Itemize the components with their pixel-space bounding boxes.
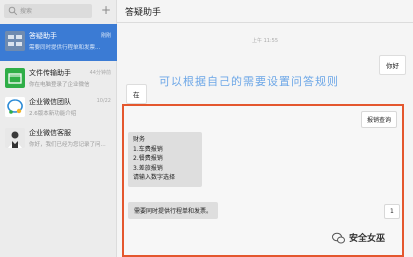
menu-line: 请输入数字选择	[133, 174, 176, 181]
search-row: 搜索 +	[4, 4, 112, 20]
conversation-name: 文件传输助手	[29, 69, 71, 77]
conversation-time: 10/22	[96, 98, 111, 104]
conversation-item-qa-assistant[interactable]: 答疑助手 刚刚 需要同时提供行程单和发票...	[0, 24, 117, 61]
avatar	[5, 97, 25, 117]
conversation-item-wework-support[interactable]: 企业微信客服 你好，我们已经为您记录了问...	[0, 121, 117, 158]
watermark-text: 安全女巫	[349, 234, 386, 244]
chat-header: 答疑助手	[117, 0, 413, 23]
menu-message: 财务 1.车费报销 2.餐费报销 3.差旅报销 请输入数字选择	[128, 132, 202, 187]
search-input[interactable]: 搜索	[4, 4, 92, 18]
avatar	[5, 128, 25, 148]
reply-message: 需要同时提供行程单和发票。	[128, 202, 219, 219]
menu-line: 财务	[133, 136, 146, 143]
message-outgoing: 1	[384, 204, 400, 219]
conversation-name: 企业微信客服	[29, 129, 71, 137]
conversation-name: 答疑助手	[29, 32, 57, 40]
menu-line: 3.差旅报销	[133, 164, 163, 172]
sidebar: 搜索 + 答疑助手 刚刚 需要同时提供行程单和发票... 文件传输助手 44分钟…	[0, 0, 117, 257]
search-icon	[8, 6, 18, 16]
wechat-logo-icon	[332, 232, 345, 244]
menu-line: 1.车费报销	[133, 145, 163, 153]
conversation-preview: 2.6版本新功能介绍	[29, 111, 77, 117]
message-incoming: 在	[126, 84, 147, 104]
avatar	[5, 31, 25, 51]
conversation-time: 刚刚	[100, 33, 111, 39]
annotation-caption: 可以根据自己的需要设置问答规则	[159, 75, 339, 88]
message-outgoing: 报销查询	[361, 111, 398, 128]
wework-logo-icon	[5, 97, 25, 117]
conversation-name: 企业微信团队	[29, 98, 71, 106]
conversation-preview: 需要同时提供行程单和发票...	[29, 45, 101, 51]
conversation-preview: 你在电脑登录了企业微信	[29, 82, 90, 88]
chat-panel: 答疑助手 上午 11:55 你好 在 可以根据自己的需要设置问答规则 报销查询 …	[117, 0, 413, 257]
conversation-time: 44分钟前	[89, 70, 111, 76]
folder-icon	[5, 68, 25, 88]
qa-assistant-avatar-icon	[5, 31, 25, 51]
add-button[interactable]: +	[100, 4, 112, 18]
avatar	[5, 68, 25, 88]
message-outgoing: 你好	[379, 55, 406, 75]
app-window: 搜索 + 答疑助手 刚刚 需要同时提供行程单和发票... 文件传输助手 44分钟…	[0, 0, 413, 257]
support-agent-avatar-icon	[5, 128, 25, 148]
message-timestamp: 上午 11:55	[252, 38, 278, 44]
menu-line: 2.餐费报销	[133, 155, 163, 162]
chat-title: 答疑助手	[125, 8, 162, 18]
search-placeholder: 搜索	[20, 8, 33, 15]
conversation-preview: 你好，我们已经为您记录了问...	[29, 142, 106, 148]
